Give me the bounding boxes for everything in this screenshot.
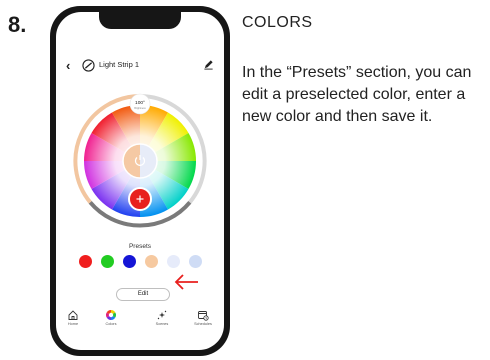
preset-swatch-peach[interactable] [145, 255, 158, 268]
device-title: Light Strip 1 [99, 60, 140, 69]
preset-swatches [56, 255, 224, 271]
preset-swatch-green[interactable] [101, 255, 114, 268]
tab-label: Schedules [194, 322, 212, 326]
phone-notch [99, 12, 181, 29]
color-wheel[interactable]: 100° Brightness [56, 88, 224, 228]
tab-home[interactable]: Home [56, 309, 90, 326]
red-arrow-icon [174, 274, 198, 290]
back-chevron-icon[interactable]: ‹ [66, 58, 70, 73]
preset-swatch-light-blue[interactable] [189, 255, 202, 268]
tab-scenes[interactable]: Scenes [145, 309, 179, 326]
tab-label: Scenes [155, 322, 169, 326]
tab-label: Home [67, 322, 79, 326]
tab-bar: Home Colors Scenes Schedules [56, 309, 224, 339]
phone-screen: ‹ Light Strip 1 100° Brightness Presets … [56, 12, 224, 350]
pencil-icon[interactable] [203, 59, 214, 70]
light-strip-icon [82, 59, 95, 72]
sparkle-icon [157, 310, 167, 320]
app-header: ‹ Light Strip 1 [56, 58, 224, 78]
home-icon [68, 310, 78, 320]
tab-label: Colors [105, 322, 117, 326]
phone-frame: ‹ Light Strip 1 100° Brightness Presets … [50, 6, 230, 356]
tab-schedules[interactable]: Schedules [186, 309, 220, 326]
calendar-clock-icon [198, 311, 209, 321]
presets-label: Presets [128, 243, 152, 250]
instruction-text: In the “Presets” section, you can edit a… [242, 64, 472, 125]
edit-button[interactable]: Edit [116, 288, 170, 301]
brightness-value: 100° [135, 100, 145, 106]
color-wheel-icon [106, 310, 116, 320]
color-wheel-area: 100° Brightness [56, 88, 224, 228]
preset-swatch-blue[interactable] [123, 255, 136, 268]
preset-swatch-white[interactable] [167, 255, 180, 268]
tab-colors[interactable]: Colors [94, 309, 128, 326]
preset-swatch-red[interactable] [79, 255, 92, 268]
section-heading: COLORS [242, 14, 313, 31]
step-number: 8. [8, 12, 27, 37]
brightness-caption: Brightness [134, 107, 146, 110]
